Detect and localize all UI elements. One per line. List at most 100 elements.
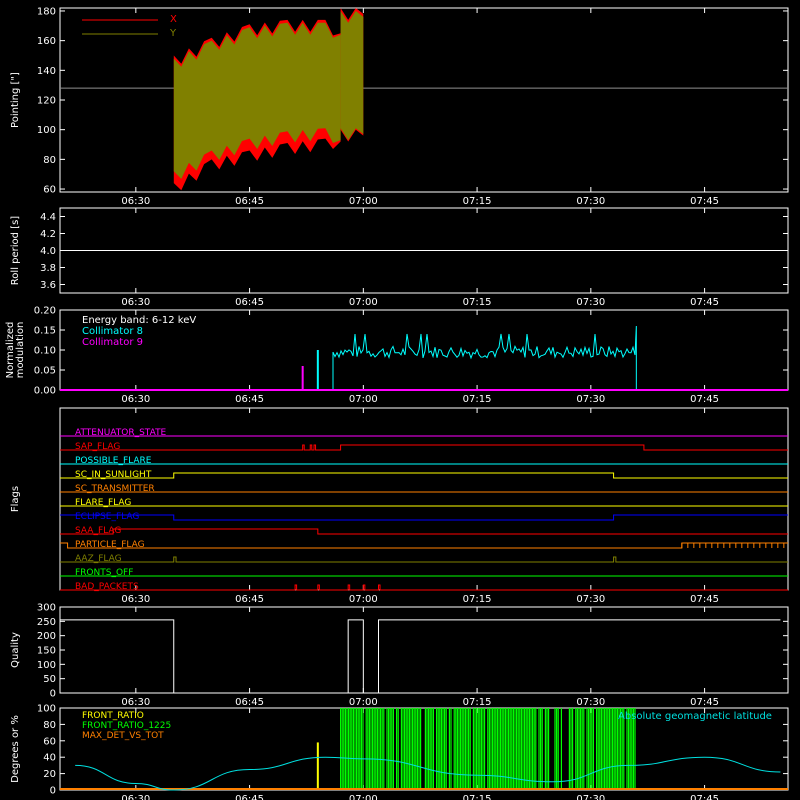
x-tick-label: 07:00 [349,697,378,708]
y-tick-label: 0 [50,786,56,797]
y-tick-label: 50 [43,674,56,685]
x-tick-label: 07:00 [349,297,378,308]
x-tick-label: 06:45 [235,697,264,708]
modulation-panel: 06:30 06:45 07:00 07:15 07:30 07:45 0.00 0.05 0.… [5,306,789,405]
x-tick-label: 07:15 [463,794,492,800]
flag-trace-sc-in-sunlight [60,472,788,479]
ratios-legend-label: MAX_DET_VS_TOT [82,731,164,741]
y-tick-label: 3.8 [40,263,56,274]
x-tick-label: 07:45 [690,297,719,308]
y-tick-label: 0.00 [34,386,56,397]
y-tick-label: 60 [43,185,56,196]
y-tick-label: 4.4 [40,212,56,223]
modulation-annotation: Energy band: 6-12 keV [82,315,196,326]
flag-trace-aaz-flag [60,556,788,563]
y-tick-label: 200 [37,631,56,642]
ratios-panel: 06:30 06:45 07:00 07:15 07:30 07:45 0 20 40 60 80 1… [10,704,789,800]
y-tick-label: 120 [37,96,56,107]
particle-flag-toggles [681,543,785,548]
y-axis-label: Pointing ["] [10,72,21,128]
collimator8-band [332,325,637,390]
legend-label-x: X [170,14,177,25]
x-tick-label: 06:45 [235,794,264,800]
x-tick-label: 06:30 [121,196,150,207]
x-tick-label: 07:15 [463,697,492,708]
y-tick-label: 3.6 [40,280,56,291]
y-axis-label: modulation [15,322,26,379]
flag-trace-bad-packets [60,584,788,591]
series-y-envelope [340,11,364,141]
x-tick-label: 06:30 [121,394,150,405]
y-tick-label: 80 [43,720,56,731]
y-tick-label: 0.05 [34,366,56,377]
x-tick-label: 07:00 [349,394,378,405]
y-tick-label: 20 [43,769,56,780]
y-tick-label: 100 [37,125,56,136]
x-tick-label: 07:15 [463,297,492,308]
x-tick-label: 07:00 [349,794,378,800]
x-tick-label: 07:00 [349,594,378,605]
y-tick-label: 160 [37,36,56,47]
x-tick-label: 07:30 [576,394,605,405]
x-tick-label: 07:45 [690,196,719,207]
ratios-legend-label: FRONT_RATIO_1225 [82,721,171,731]
y-axis-label: Roll period [s] [10,216,21,285]
y-axis-label: Quality [10,632,21,668]
y-tick-label: 60 [43,736,56,747]
x-tick-label: 06:30 [121,297,150,308]
geomag-annotation: Absolute geomagnetic latitude [618,711,772,722]
modulation-annotation: Collimator 8 [82,326,143,337]
flags-panel: 06:30 06:45 07:00 07:15 07:30 07:45FlagsATTEN… [10,407,789,605]
y-tick-label: 180 [37,6,56,17]
y-tick-label: 4.0 [40,246,56,257]
x-tick-label: 07:45 [690,697,719,708]
geomag-latitude-curve [75,756,781,791]
y-tick-label: 4.2 [40,229,56,240]
x-tick-label: 07:30 [576,594,605,605]
quality-trace [60,619,781,694]
x-tick-label: 06:45 [235,196,264,207]
y-axis-label: Degrees or % [10,715,21,783]
flags-frame [59,407,789,591]
x-tick-label: 06:45 [235,594,264,605]
x-tick-label: 06:30 [121,594,150,605]
y-tick-label: 100 [37,660,56,671]
x-tick-label: 07:15 [463,196,492,207]
x-tick-label: 07:15 [463,394,492,405]
hessi-quicklook-figure: 06:30 06:45 07:00 07:15 07:30 07:45 60 80 100 120… [5,6,789,800]
y-tick-label: 150 [37,646,56,657]
y-tick-label: 300 [37,603,56,614]
x-tick-label: 06:30 [121,697,150,708]
y-tick-label: 0.10 [34,346,56,357]
y-tick-label: 0 [50,689,56,700]
y-tick-label: 140 [37,66,56,77]
flag-label-eclipse-flag: ECLIPSE_FLAG [75,512,139,522]
y-tick-label: 80 [43,155,56,166]
x-tick-label: 07:45 [690,394,719,405]
x-tick-label: 07:30 [576,794,605,800]
x-tick-label: 07:30 [576,697,605,708]
quality-panel: 06:30 06:45 07:00 07:15 07:30 07:45 0 50 100 150 2… [10,603,789,708]
front-ratio-1225-band [340,708,636,790]
roll-period-panel: 06:30 06:45 07:00 07:15 07:30 07:45 3.6 3.8 4.0 4… [10,207,789,308]
x-tick-label: 06:45 [235,394,264,405]
flag-trace-eclipse-flag [60,514,788,521]
x-tick-label: 06:45 [235,297,264,308]
legend-label-y: Y [169,28,177,39]
pointing-panel: 06:30 06:45 07:00 07:15 07:30 07:45 60 80 100 120… [10,6,789,207]
flag-trace-particle-flag [60,542,788,549]
x-tick-label: 07:30 [576,297,605,308]
x-tick-label: 07:45 [690,594,719,605]
y-tick-label: 250 [37,617,56,628]
y-tick-label: 40 [43,753,56,764]
flag-trace-saa-flag [60,528,788,535]
x-tick-label: 07:00 [349,196,378,207]
ratios-legend-label: FRONT_RATIO [82,711,144,721]
x-tick-label: 07:15 [463,594,492,605]
x-tick-label: 07:30 [576,196,605,207]
modulation-annotation: Collimator 9 [82,337,143,348]
x-tick-label: 07:45 [690,794,719,800]
x-tick-label: 06:30 [121,794,150,800]
y-axis-label: Flags [10,486,21,512]
flag-trace-sap-flag [60,444,788,451]
